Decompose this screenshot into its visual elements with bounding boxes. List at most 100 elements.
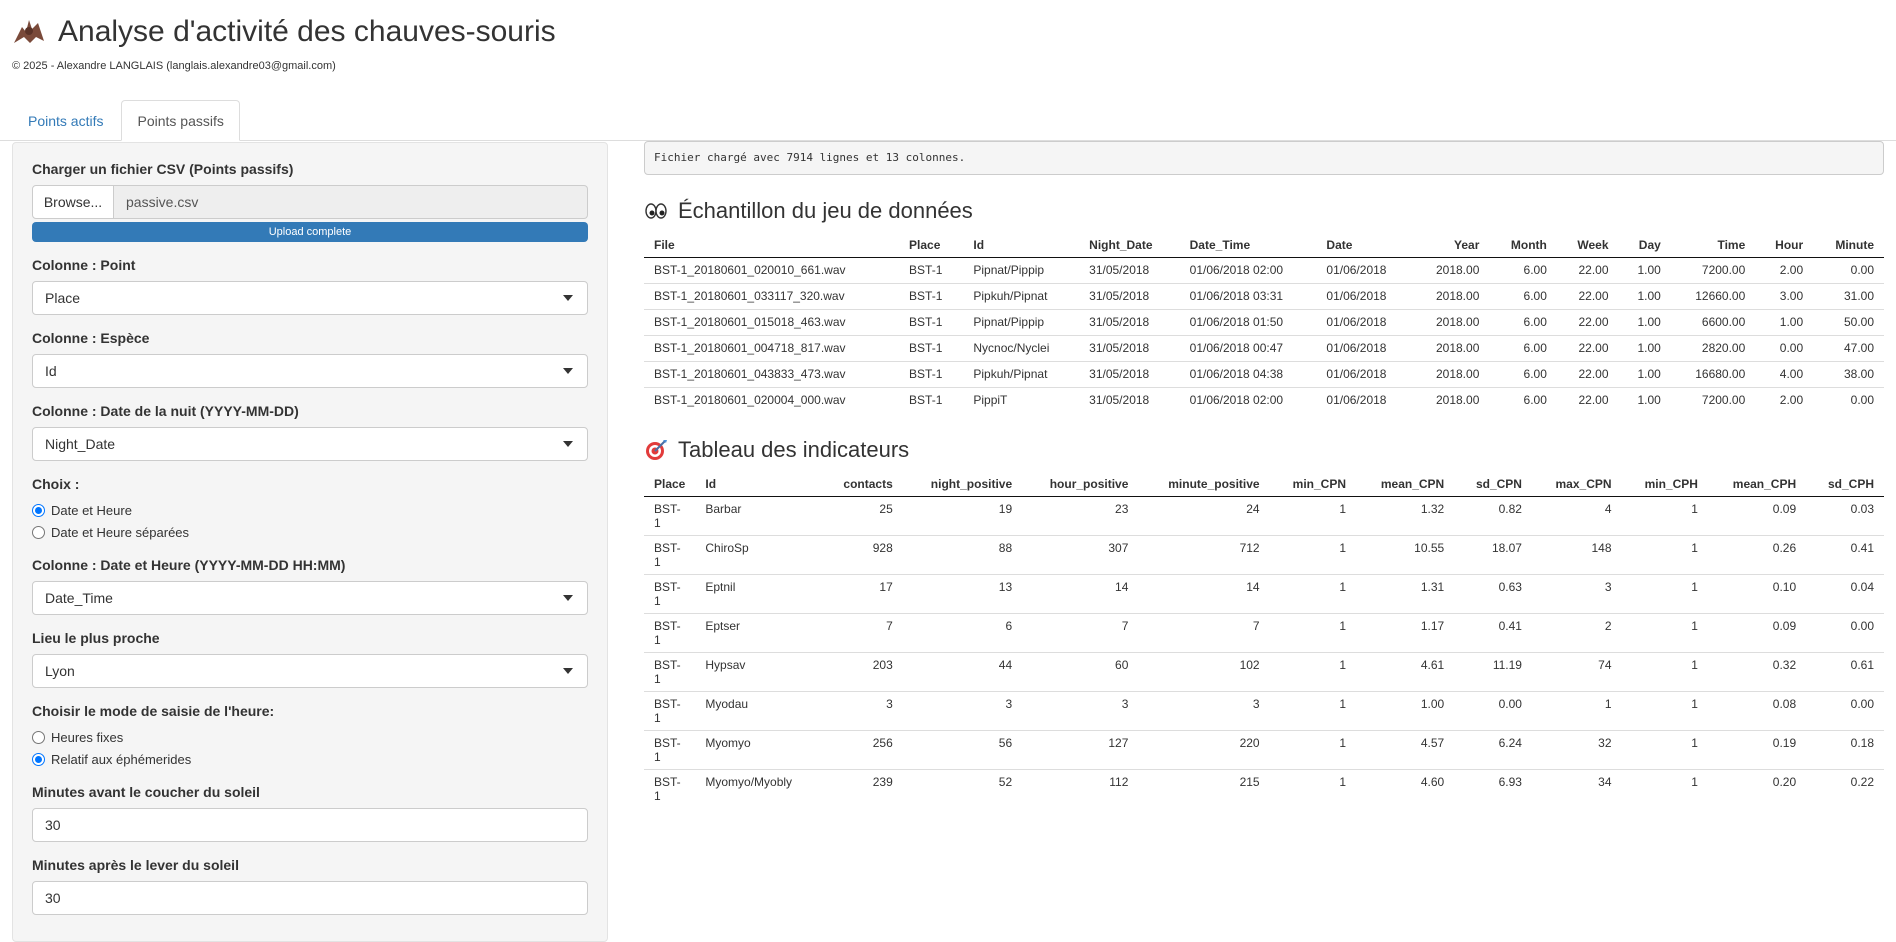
column-header[interactable]: contacts	[821, 471, 903, 497]
column-header[interactable]: min_CPH	[1621, 471, 1708, 497]
table-cell: 23	[1115, 501, 1129, 516]
table-cell: 01/06/2018 02:00	[1179, 387, 1317, 414]
species-column-select[interactable]: Id	[32, 354, 588, 388]
table-cell: 1	[1269, 612, 1356, 652]
table-cell: 18.07	[1454, 534, 1532, 574]
radio-button[interactable]	[32, 730, 45, 744]
table-cell: BST-1	[654, 501, 681, 530]
column-header[interactable]: Day	[1618, 233, 1671, 258]
table-cell: 1.17	[1356, 612, 1455, 652]
indicators-table: Place Id contacts night_positive hour_positi…	[644, 471, 1884, 808]
table-cell: 4.57	[1356, 729, 1455, 769]
main-panel: Fichier chargé avec 7914 lignes et 13 co…	[608, 141, 1896, 942]
table-cell: 52	[902, 768, 1023, 808]
column-header[interactable]: sd_CPH	[1806, 471, 1884, 497]
column-header[interactable]: mean_CPH	[1707, 471, 1807, 497]
table-cell: 307	[1022, 534, 1139, 574]
mode-option-fixed[interactable]: Heures fixes	[32, 727, 588, 747]
table-row: BST-1 Barbar 25 19 23 24 1 1.32 0.82 4 1 0.09 0.03	[644, 496, 1884, 535]
sidebar-panel: Charger un fichier CSV (Points passifs) …	[12, 142, 608, 942]
column-header[interactable]: Id	[695, 471, 822, 497]
table-cell: 31/05/2018	[1079, 335, 1180, 362]
file-name-field[interactable]: passive.csv	[114, 185, 588, 219]
column-header[interactable]: Minute	[1813, 233, 1884, 258]
table-cell: 31/05/2018	[1079, 283, 1180, 310]
tab-points-passifs[interactable]: Points passifs	[121, 100, 240, 141]
column-header[interactable]: max_CPN	[1531, 471, 1622, 497]
table-cell: 0.41	[1454, 612, 1532, 652]
chevron-down-icon	[563, 295, 573, 301]
table-cell: 1	[1621, 729, 1708, 769]
minutes-before-input[interactable]: 30	[32, 808, 588, 842]
mode-option-label: Heures fixes	[51, 729, 124, 745]
column-header[interactable]: Place	[644, 471, 696, 497]
column-header[interactable]: Year	[1412, 233, 1490, 258]
column-header[interactable]: Id	[963, 233, 1080, 258]
radio-button-checked[interactable]	[32, 752, 45, 766]
table-cell: 712	[1138, 534, 1270, 574]
table-cell: 38.00	[1813, 361, 1884, 388]
radio-button[interactable]	[32, 525, 45, 539]
column-header[interactable]: File	[644, 233, 900, 258]
table-cell: 1.00	[1637, 263, 1661, 277]
mode-option-ephemeris[interactable]: Relatif aux éphémerides	[32, 749, 588, 769]
point-column-group: Colonne : Point Place	[32, 257, 588, 315]
table-cell: 01/06/2018 00:47	[1179, 335, 1317, 362]
choice-option-separate[interactable]: Date et Heure séparées	[32, 522, 588, 542]
table-cell: Myomyo	[695, 729, 822, 769]
app-title: Analyse d'activité des chauves-souris	[12, 12, 1884, 52]
point-column-select[interactable]: Place	[32, 281, 588, 315]
night-date-select[interactable]: Night_Date	[32, 427, 588, 461]
upload-progress-bar: Upload complete	[32, 222, 588, 242]
radio-button-checked[interactable]	[32, 503, 45, 517]
column-header[interactable]: hour_positive	[1022, 471, 1139, 497]
table-cell: 0.09	[1707, 612, 1807, 652]
column-header[interactable]: Night_Date	[1079, 233, 1180, 258]
column-header[interactable]: sd_CPN	[1454, 471, 1532, 497]
table-cell: 22.00	[1556, 361, 1619, 388]
column-header[interactable]: Week	[1556, 233, 1619, 258]
bat-icon	[12, 17, 46, 47]
choice-option-datetime[interactable]: Date et Heure	[32, 500, 588, 520]
column-header[interactable]: Place	[899, 233, 964, 258]
column-header[interactable]: Hour	[1755, 233, 1814, 258]
table-row: BST-1_20180601_033117_320.wav BST-1 Pipkuh…	[644, 283, 1884, 310]
table-cell: 1.00	[1356, 690, 1455, 730]
table-cell: 1	[1269, 534, 1356, 574]
column-header[interactable]: night_positive	[902, 471, 1023, 497]
browse-button[interactable]: Browse...	[32, 185, 114, 219]
table-cell: 0.00	[1806, 612, 1884, 652]
column-header[interactable]: min_CPN	[1269, 471, 1356, 497]
table-cell: BST-1_20180601_020010_661.wav	[654, 263, 846, 277]
table-cell: ChiroSp	[695, 534, 822, 574]
place-select[interactable]: Lyon	[32, 654, 588, 688]
column-header[interactable]: Date	[1316, 233, 1413, 258]
table-cell: 0.32	[1707, 651, 1807, 691]
indicators-section-title: Tableau des indicateurs	[644, 436, 1884, 464]
column-header[interactable]: Date_Time	[1179, 233, 1317, 258]
species-column-label: Colonne : Espèce	[32, 330, 150, 346]
column-header[interactable]: Month	[1489, 233, 1557, 258]
table-cell: 1	[1621, 651, 1708, 691]
table-cell: 2.00	[1755, 387, 1814, 414]
table-cell: 102	[1138, 651, 1270, 691]
table-row: BST-1 Myomyo 256 56 127 220 1 4.57 6.24 32 1 0.19 0.…	[644, 729, 1884, 769]
table-row: BST-1 Eptnil 17 13 14 14 1 1.31 0.63 3 1 0.10 0.04	[644, 573, 1884, 613]
main-layout: Charger un fichier CSV (Points passifs) …	[0, 141, 1896, 942]
table-cell: 01/06/2018	[1316, 309, 1413, 336]
sample-title-text: Échantillon du jeu de données	[678, 198, 973, 223]
column-header[interactable]: minute_positive	[1138, 471, 1270, 497]
minutes-after-input[interactable]: 30	[32, 881, 588, 915]
table-cell: 1	[1269, 729, 1356, 769]
chevron-down-icon	[563, 368, 573, 374]
column-header[interactable]: mean_CPN	[1356, 471, 1455, 497]
tab-points-actifs[interactable]: Points actifs	[12, 100, 119, 141]
column-header[interactable]: Time	[1670, 233, 1756, 258]
table-cell: 1	[1691, 501, 1698, 516]
table-cell: BST-1_20180601_043833_473.wav	[644, 361, 900, 388]
table-cell: 0.09	[1772, 501, 1797, 516]
table-cell: BST-1	[644, 729, 696, 769]
table-cell: 7	[821, 612, 903, 652]
datetime-column-select[interactable]: Date_Time	[32, 581, 588, 615]
table-cell: 01/06/2018	[1316, 387, 1413, 414]
